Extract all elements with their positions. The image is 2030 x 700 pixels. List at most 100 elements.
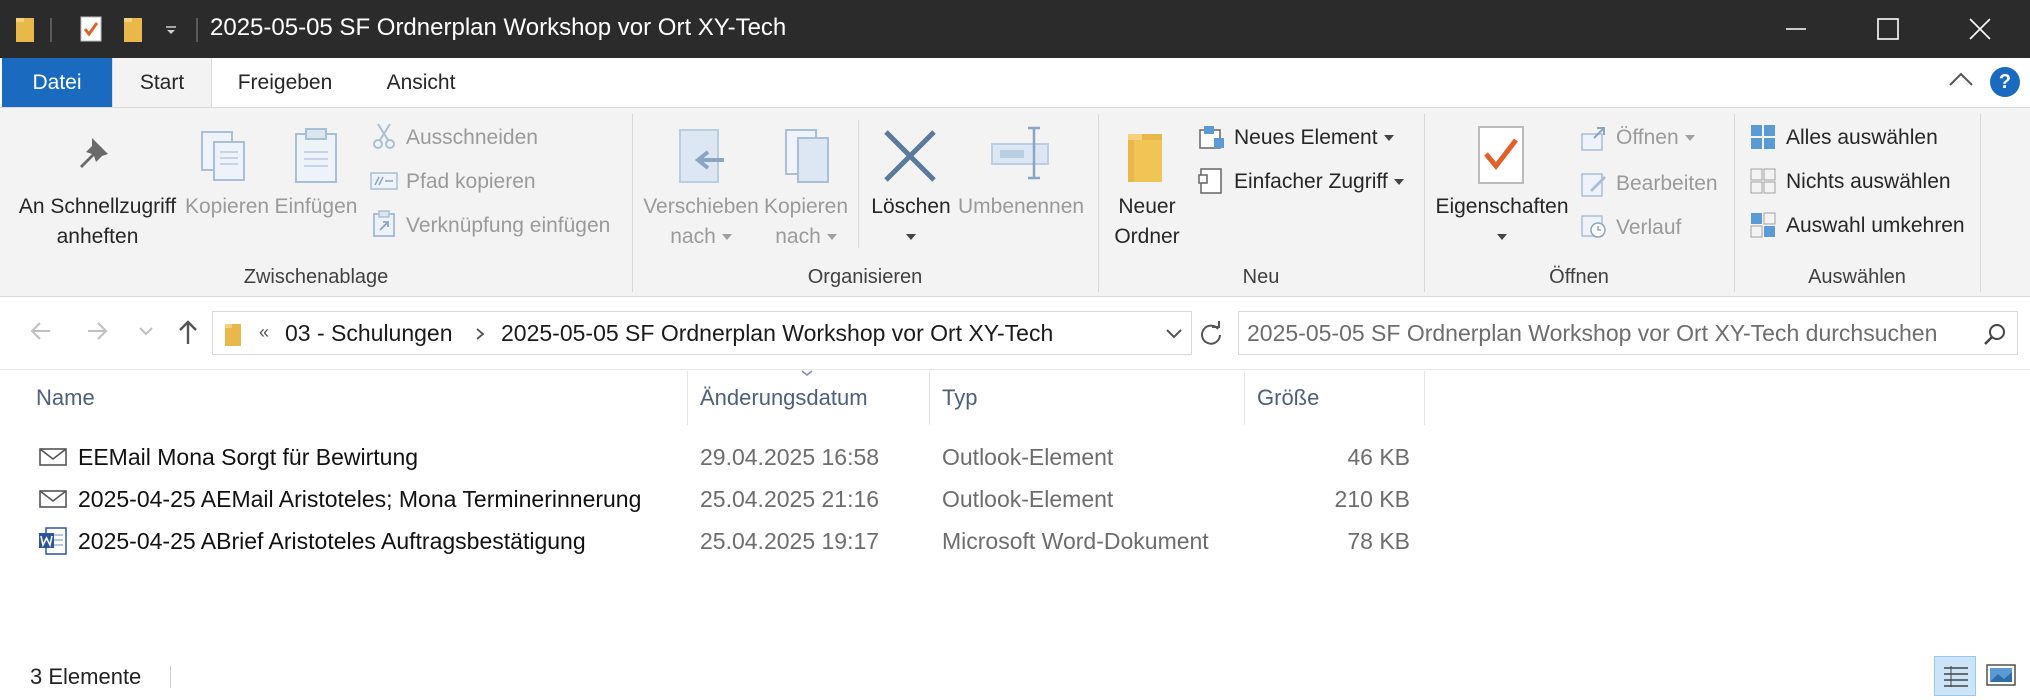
file-size: 78 KB [1347, 528, 1410, 554]
edit-icon [1581, 173, 1606, 197]
open-icon [1581, 127, 1605, 151]
file-list: Name Änderungsdatum Typ Größe EEMail Mon… [0, 370, 2030, 651]
separator [858, 120, 859, 248]
navigation-bar: « 03 - Schulungen 2025-05-05 SF Ordnerpl… [0, 298, 2030, 370]
group-label-open: Öffnen [1549, 266, 1609, 288]
tab-file[interactable]: Datei [2, 58, 112, 108]
properties-button[interactable]: Eigenschaften [1430, 192, 1574, 252]
search-input[interactable] [1239, 312, 1979, 354]
paste-icon [295, 128, 337, 183]
file-date: 25.04.2025 19:17 [700, 528, 880, 554]
address-dropdown-chevron-icon[interactable] [1165, 328, 1183, 340]
maximize-button[interactable] [1842, 0, 1934, 58]
file-row[interactable]: 2025-04-25 AEMail Aristoteles; Mona Term… [0, 478, 1430, 520]
properties-dropdown[interactable] [1430, 222, 1574, 252]
easy-access-icon [1198, 168, 1222, 194]
new-folder-icon[interactable] [122, 14, 146, 44]
new-folder-button[interactable]: Neuer Ordner [1104, 192, 1190, 252]
forward-arrow-icon[interactable] [84, 318, 110, 344]
delete-dropdown[interactable] [866, 222, 956, 252]
column-header-name[interactable]: Name [24, 371, 688, 425]
customize-toolbar-dropdown-icon[interactable] [164, 24, 178, 36]
paste-shortcut-button[interactable]: Verknüpfung einfügen [406, 214, 610, 238]
open-button[interactable]: Öffnen [1616, 126, 1695, 150]
rename-button[interactable]: Umbenennen [958, 192, 1084, 222]
history-icon [1581, 215, 1606, 238]
group-separator [1980, 114, 1981, 292]
file-size: 46 KB [1347, 444, 1410, 470]
folder-icon [16, 18, 34, 42]
tab-share[interactable]: Freigeben [220, 58, 350, 108]
file-row[interactable]: 2025-04-25 ABrief Aristoteles Auftragsbe… [0, 520, 1430, 562]
pin-to-quick-access-button[interactable]: An Schnellzugriff anheften [10, 192, 185, 252]
up-arrow-icon[interactable] [176, 318, 200, 346]
collapse-ribbon-chevron-icon[interactable] [1948, 70, 1974, 88]
file-type: Outlook-Element [942, 486, 1114, 512]
invert-selection-button[interactable]: Auswahl umkehren [1786, 214, 1965, 238]
file-row[interactable]: EEMail Mona Sorgt für Bewirtung 29.04.20… [0, 436, 1430, 478]
paste-shortcut-icon [373, 210, 395, 237]
column-header-size[interactable]: Größe [1245, 371, 1425, 425]
minimize-button[interactable] [1750, 0, 1842, 58]
mail-icon [39, 490, 67, 508]
paste-button[interactable]: Einfügen [272, 192, 360, 222]
copy-path-button[interactable]: Pfad kopieren [406, 170, 536, 194]
select-none-button[interactable]: Nichts auswählen [1786, 170, 1951, 194]
copy-icon [201, 131, 245, 181]
move-to-label-line1: Verschieben [643, 195, 759, 218]
copy-to-button[interactable]: Kopieren nach [762, 192, 850, 252]
large-icons-view-icon [1986, 664, 2016, 686]
file-date: 29.04.2025 16:58 [700, 444, 880, 470]
pin-label-line1: An Schnellzugriff [18, 195, 177, 218]
search-box[interactable] [1238, 311, 2018, 355]
select-all-button[interactable]: Alles auswählen [1786, 126, 1938, 150]
delete-label: Löschen [871, 195, 951, 218]
copy-path-icon [370, 172, 398, 190]
select-all-icon [1751, 125, 1775, 149]
mail-icon [39, 448, 67, 466]
ribbon-tabs: Datei Start Freigeben Ansicht [0, 58, 2030, 109]
breadcrumb-item[interactable]: 03 - Schulungen [285, 320, 453, 347]
pin-icon [80, 138, 108, 168]
delete-button[interactable]: Löschen [866, 192, 956, 252]
breadcrumb-overflow[interactable]: « [259, 322, 269, 343]
details-view-button[interactable] [1934, 656, 1976, 696]
tab-view[interactable]: Ansicht [370, 58, 472, 108]
window-title: 2025-05-05 SF Ordnerplan Workshop vor Or… [210, 14, 787, 41]
large-icons-view-button[interactable] [1980, 656, 2022, 696]
ribbon: An Schnellzugriff anheften Kopieren Einf… [0, 107, 2030, 297]
history-button[interactable]: Verlauf [1616, 216, 1681, 240]
maximize-icon [1877, 18, 1899, 40]
recent-locations-chevron-icon[interactable] [138, 325, 154, 337]
move-to-button[interactable]: Verschieben nach [642, 192, 760, 252]
select-none-icon [1750, 168, 1776, 194]
rename-icon [991, 126, 1049, 180]
address-bar[interactable]: « 03 - Schulungen 2025-05-05 SF Ordnerpl… [212, 311, 1192, 355]
column-header-date[interactable]: Änderungsdatum [688, 370, 930, 425]
tab-start[interactable]: Start [112, 58, 212, 109]
easy-access-button[interactable]: Einfacher Zugriff [1234, 170, 1404, 194]
breadcrumb-chevron-icon[interactable] [475, 327, 485, 341]
delete-x-icon [884, 130, 936, 182]
back-arrow-icon[interactable] [28, 318, 54, 344]
copy-to-label-line1: Kopieren [763, 195, 849, 218]
close-icon [1969, 18, 1991, 40]
breadcrumb-current[interactable]: 2025-05-05 SF Ordnerplan Workshop vor Or… [501, 320, 1053, 347]
file-type: Outlook-Element [942, 444, 1114, 470]
new-item-button[interactable]: Neues Element [1234, 126, 1394, 150]
new-folder-label-line2: Ordner [1114, 225, 1180, 248]
copy-button[interactable]: Kopieren [185, 192, 269, 222]
new-folder-label-line1: Neuer [1118, 195, 1176, 218]
cut-button[interactable]: Ausschneiden [406, 126, 538, 150]
group-label-organize: Organisieren [807, 266, 923, 288]
edit-button[interactable]: Bearbeiten [1616, 172, 1718, 196]
move-to-icon [679, 129, 724, 183]
close-button[interactable] [1934, 0, 2026, 58]
column-header-type[interactable]: Typ [930, 371, 1245, 425]
help-button[interactable]: ? [1990, 67, 2020, 97]
separator [196, 18, 198, 42]
properties-check-icon[interactable] [78, 14, 104, 44]
refresh-icon[interactable] [1198, 321, 1224, 347]
separator [50, 18, 52, 42]
search-icon[interactable] [1983, 322, 2007, 346]
